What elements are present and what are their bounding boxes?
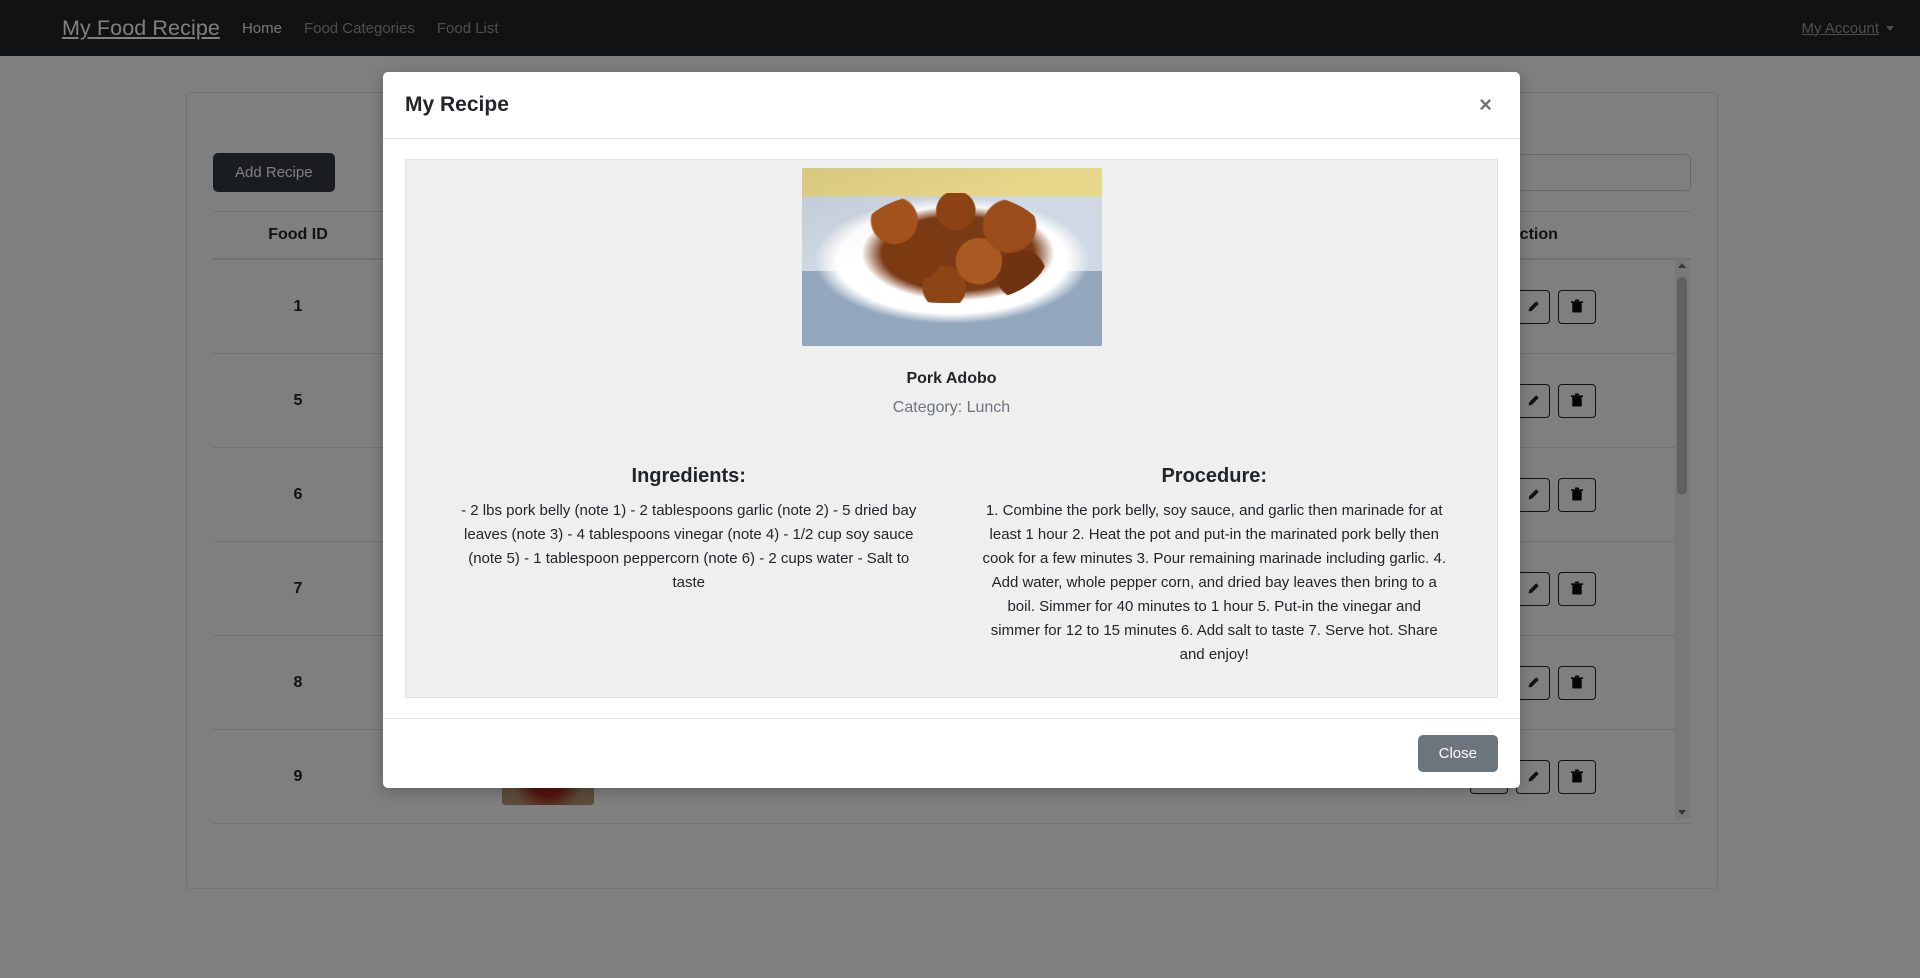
ingredients-text: - 2 lbs pork belly (note 1) - 2 tablespo… — [461, 502, 917, 591]
pork-adobo-photo — [801, 168, 1102, 346]
photo-detail — [855, 192, 1048, 304]
ingredients-heading: Ingredients: — [631, 465, 746, 487]
recipe-detail-panel: Pork Adobo Category: Lunch Ingredients: … — [405, 159, 1498, 698]
recipe-name: Pork Adobo — [906, 370, 997, 387]
modal-footer: Close — [383, 718, 1520, 788]
modal-header: My Recipe × — [383, 72, 1520, 139]
procedure-column: Procedure: 1. Combine the pork belly, so… — [952, 465, 1478, 667]
close-button[interactable]: Close — [1417, 735, 1498, 772]
modal-title: My Recipe — [405, 93, 509, 116]
modal-body: Pork Adobo Category: Lunch Ingredients: … — [383, 139, 1520, 718]
recipe-category: Category: Lunch — [892, 399, 1011, 416]
procedure-text: 1. Combine the pork belly, soy sauce, an… — [982, 502, 1447, 663]
recipe-columns: Ingredients: - 2 lbs pork belly (note 1)… — [426, 465, 1477, 667]
procedure-heading: Procedure: — [1161, 465, 1268, 487]
ingredients-column: Ingredients: - 2 lbs pork belly (note 1)… — [426, 465, 952, 667]
recipe-modal: My Recipe × Pork Adobo Category: Lunch I… — [383, 72, 1520, 788]
close-icon[interactable]: × — [1473, 92, 1498, 118]
